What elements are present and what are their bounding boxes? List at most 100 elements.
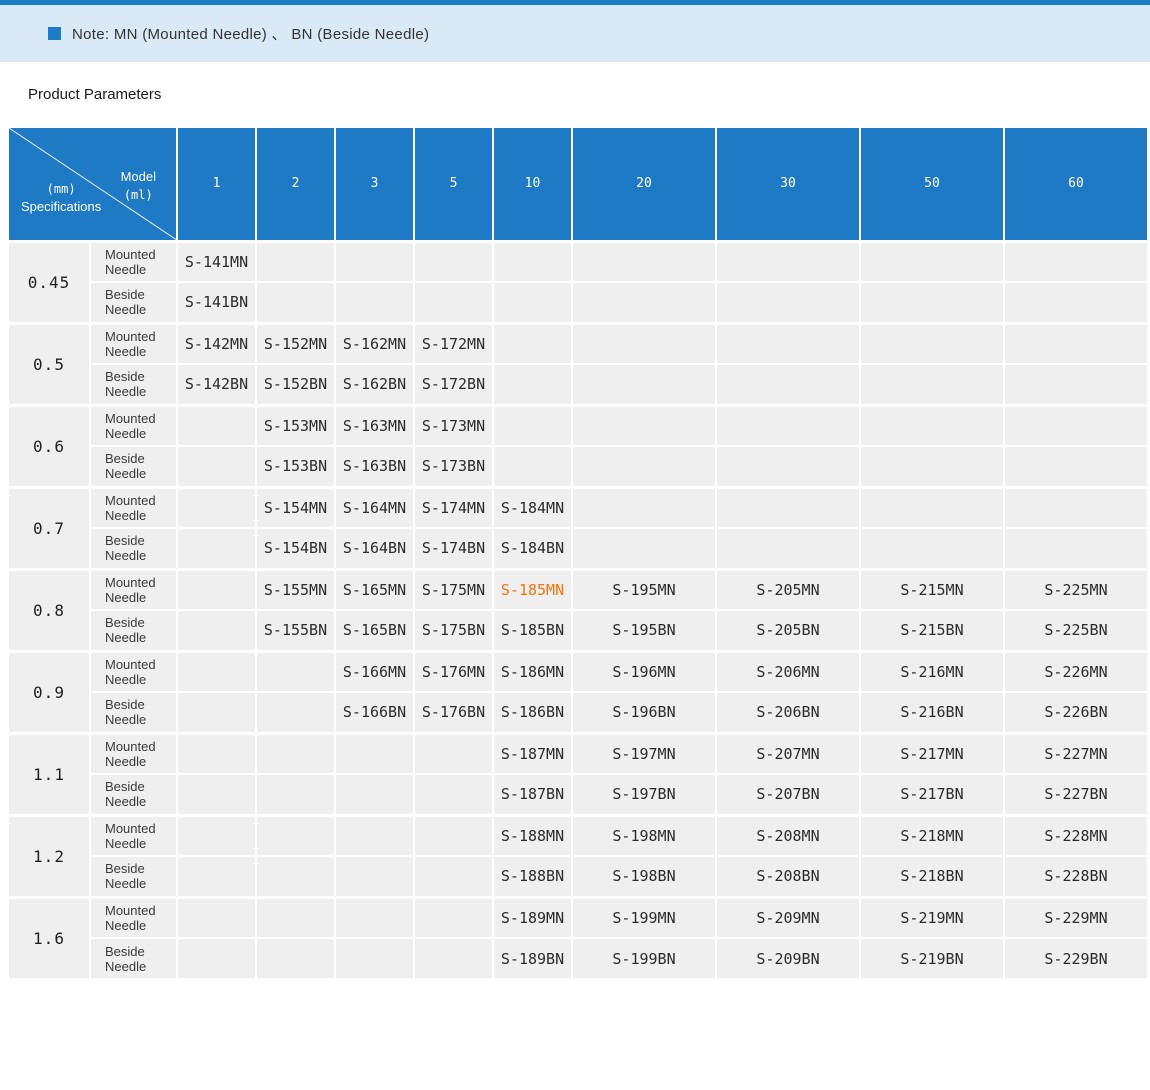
empty-cell bbox=[335, 282, 414, 323]
empty-cell bbox=[572, 405, 716, 446]
empty-cell bbox=[1004, 241, 1148, 282]
model-cell: S-228BN bbox=[1004, 856, 1148, 897]
table-row: Beside NeedleS-189BNS-199BNS-209BNS-219B… bbox=[8, 938, 1148, 979]
empty-cell bbox=[860, 323, 1004, 364]
model-cell: S-225MN bbox=[1004, 569, 1148, 610]
empty-cell bbox=[177, 692, 256, 733]
model-cell: S-208BN bbox=[716, 856, 860, 897]
model-cell: S-229BN bbox=[1004, 938, 1148, 979]
empty-cell bbox=[493, 323, 572, 364]
needle-type-cell: Mounted Needle bbox=[90, 897, 177, 938]
model-cell: S-186MN bbox=[493, 651, 572, 692]
needle-type-cell: Beside Needle bbox=[90, 692, 177, 733]
empty-cell bbox=[572, 282, 716, 323]
model-cell: S-217BN bbox=[860, 774, 1004, 815]
corner-spec-unit: (mm) bbox=[21, 180, 101, 198]
model-cell: S-196MN bbox=[572, 651, 716, 692]
empty-cell bbox=[335, 938, 414, 979]
model-cell: S-199MN bbox=[572, 897, 716, 938]
needle-type-cell: Beside Needle bbox=[90, 446, 177, 487]
model-cell: S-163MN bbox=[335, 405, 414, 446]
empty-cell bbox=[493, 405, 572, 446]
model-cell: S-189MN bbox=[493, 897, 572, 938]
model-cell: S-153MN bbox=[256, 405, 335, 446]
table-row: Beside NeedleS-187BNS-197BNS-207BNS-217B… bbox=[8, 774, 1148, 815]
empty-cell bbox=[716, 282, 860, 323]
model-cell: S-142BN bbox=[177, 364, 256, 405]
table-body: 0.45Mounted NeedleS-141MNBeside NeedleS-… bbox=[8, 241, 1148, 979]
table-row: Beside NeedleS-166BNS-176BNS-186BNS-196B… bbox=[8, 692, 1148, 733]
empty-cell bbox=[414, 282, 493, 323]
model-cell: S-209MN bbox=[716, 897, 860, 938]
model-cell: S-185BN bbox=[493, 610, 572, 651]
model-cell: S-186BN bbox=[493, 692, 572, 733]
empty-cell bbox=[716, 323, 860, 364]
empty-cell bbox=[716, 487, 860, 528]
model-cell: S-205BN bbox=[716, 610, 860, 651]
model-cell-highlighted[interactable]: S-185MN bbox=[493, 569, 572, 610]
needle-type-cell: Beside Needle bbox=[90, 856, 177, 897]
empty-cell bbox=[335, 897, 414, 938]
model-cell: S-164MN bbox=[335, 487, 414, 528]
model-cell: S-188MN bbox=[493, 815, 572, 856]
table-row: 0.8Mounted NeedleS-155MNS-165MNS-175MNS-… bbox=[8, 569, 1148, 610]
model-cell: S-216BN bbox=[860, 692, 1004, 733]
needle-type-cell: Beside Needle bbox=[90, 938, 177, 979]
empty-cell bbox=[256, 692, 335, 733]
model-cell: S-198BN bbox=[572, 856, 716, 897]
table-row: 1.2Mounted NeedleS-188MNS-198MNS-208MNS-… bbox=[8, 815, 1148, 856]
spec-cell-0.45mm: 0.45 bbox=[8, 241, 90, 323]
model-cell: S-195MN bbox=[572, 569, 716, 610]
table-row: 1.6Mounted NeedleS-189MNS-199MNS-209MNS-… bbox=[8, 897, 1148, 938]
empty-cell bbox=[1004, 282, 1148, 323]
model-cell: S-141MN bbox=[177, 241, 256, 282]
needle-type-cell: Beside Needle bbox=[90, 774, 177, 815]
model-cell: S-173MN bbox=[414, 405, 493, 446]
empty-cell bbox=[414, 938, 493, 979]
table-row: Beside NeedleS-141BN bbox=[8, 282, 1148, 323]
empty-cell bbox=[716, 364, 860, 405]
empty-cell bbox=[177, 938, 256, 979]
empty-cell bbox=[1004, 446, 1148, 487]
model-cell: S-229MN bbox=[1004, 897, 1148, 938]
corner-spec-word: Specifications bbox=[21, 198, 101, 216]
table-row: 0.5Mounted NeedleS-142MNS-152MNS-162MNS-… bbox=[8, 323, 1148, 364]
model-cell: S-208MN bbox=[716, 815, 860, 856]
empty-cell bbox=[572, 446, 716, 487]
needle-type-cell: Mounted Needle bbox=[90, 405, 177, 446]
empty-cell bbox=[177, 651, 256, 692]
empty-cell bbox=[256, 282, 335, 323]
empty-cell bbox=[256, 733, 335, 774]
needle-type-cell: Mounted Needle bbox=[90, 323, 177, 364]
table-row: 0.6Mounted NeedleS-153MNS-163MNS-173MN bbox=[8, 405, 1148, 446]
table-row: 1.1Mounted NeedleS-187MNS-197MNS-207MNS-… bbox=[8, 733, 1148, 774]
needle-type-cell: Mounted Needle bbox=[90, 487, 177, 528]
model-cell: S-166MN bbox=[335, 651, 414, 692]
spec-cell-0.6mm: 0.6 bbox=[8, 405, 90, 487]
model-cell: S-215BN bbox=[860, 610, 1004, 651]
empty-cell bbox=[177, 528, 256, 569]
column-header-20ml: 20 bbox=[572, 127, 716, 241]
model-cell: S-207BN bbox=[716, 774, 860, 815]
empty-cell bbox=[256, 651, 335, 692]
empty-cell bbox=[256, 241, 335, 282]
model-cell: S-172MN bbox=[414, 323, 493, 364]
model-cell: S-163BN bbox=[335, 446, 414, 487]
empty-cell bbox=[177, 446, 256, 487]
needle-type-cell: Beside Needle bbox=[90, 610, 177, 651]
model-cell: S-225BN bbox=[1004, 610, 1148, 651]
model-cell: S-218BN bbox=[860, 856, 1004, 897]
empty-cell bbox=[414, 774, 493, 815]
model-cell: S-172BN bbox=[414, 364, 493, 405]
model-cell: S-176BN bbox=[414, 692, 493, 733]
spec-model-table: Model (ml) (mm) Specifications 123510203… bbox=[7, 126, 1149, 980]
needle-type-cell: Mounted Needle bbox=[90, 241, 177, 282]
model-cell: S-184BN bbox=[493, 528, 572, 569]
column-header-2ml: 2 bbox=[256, 127, 335, 241]
model-cell: S-166BN bbox=[335, 692, 414, 733]
model-cell: S-219MN bbox=[860, 897, 1004, 938]
empty-cell bbox=[335, 774, 414, 815]
empty-cell bbox=[716, 241, 860, 282]
model-cell: S-152BN bbox=[256, 364, 335, 405]
empty-cell bbox=[716, 405, 860, 446]
